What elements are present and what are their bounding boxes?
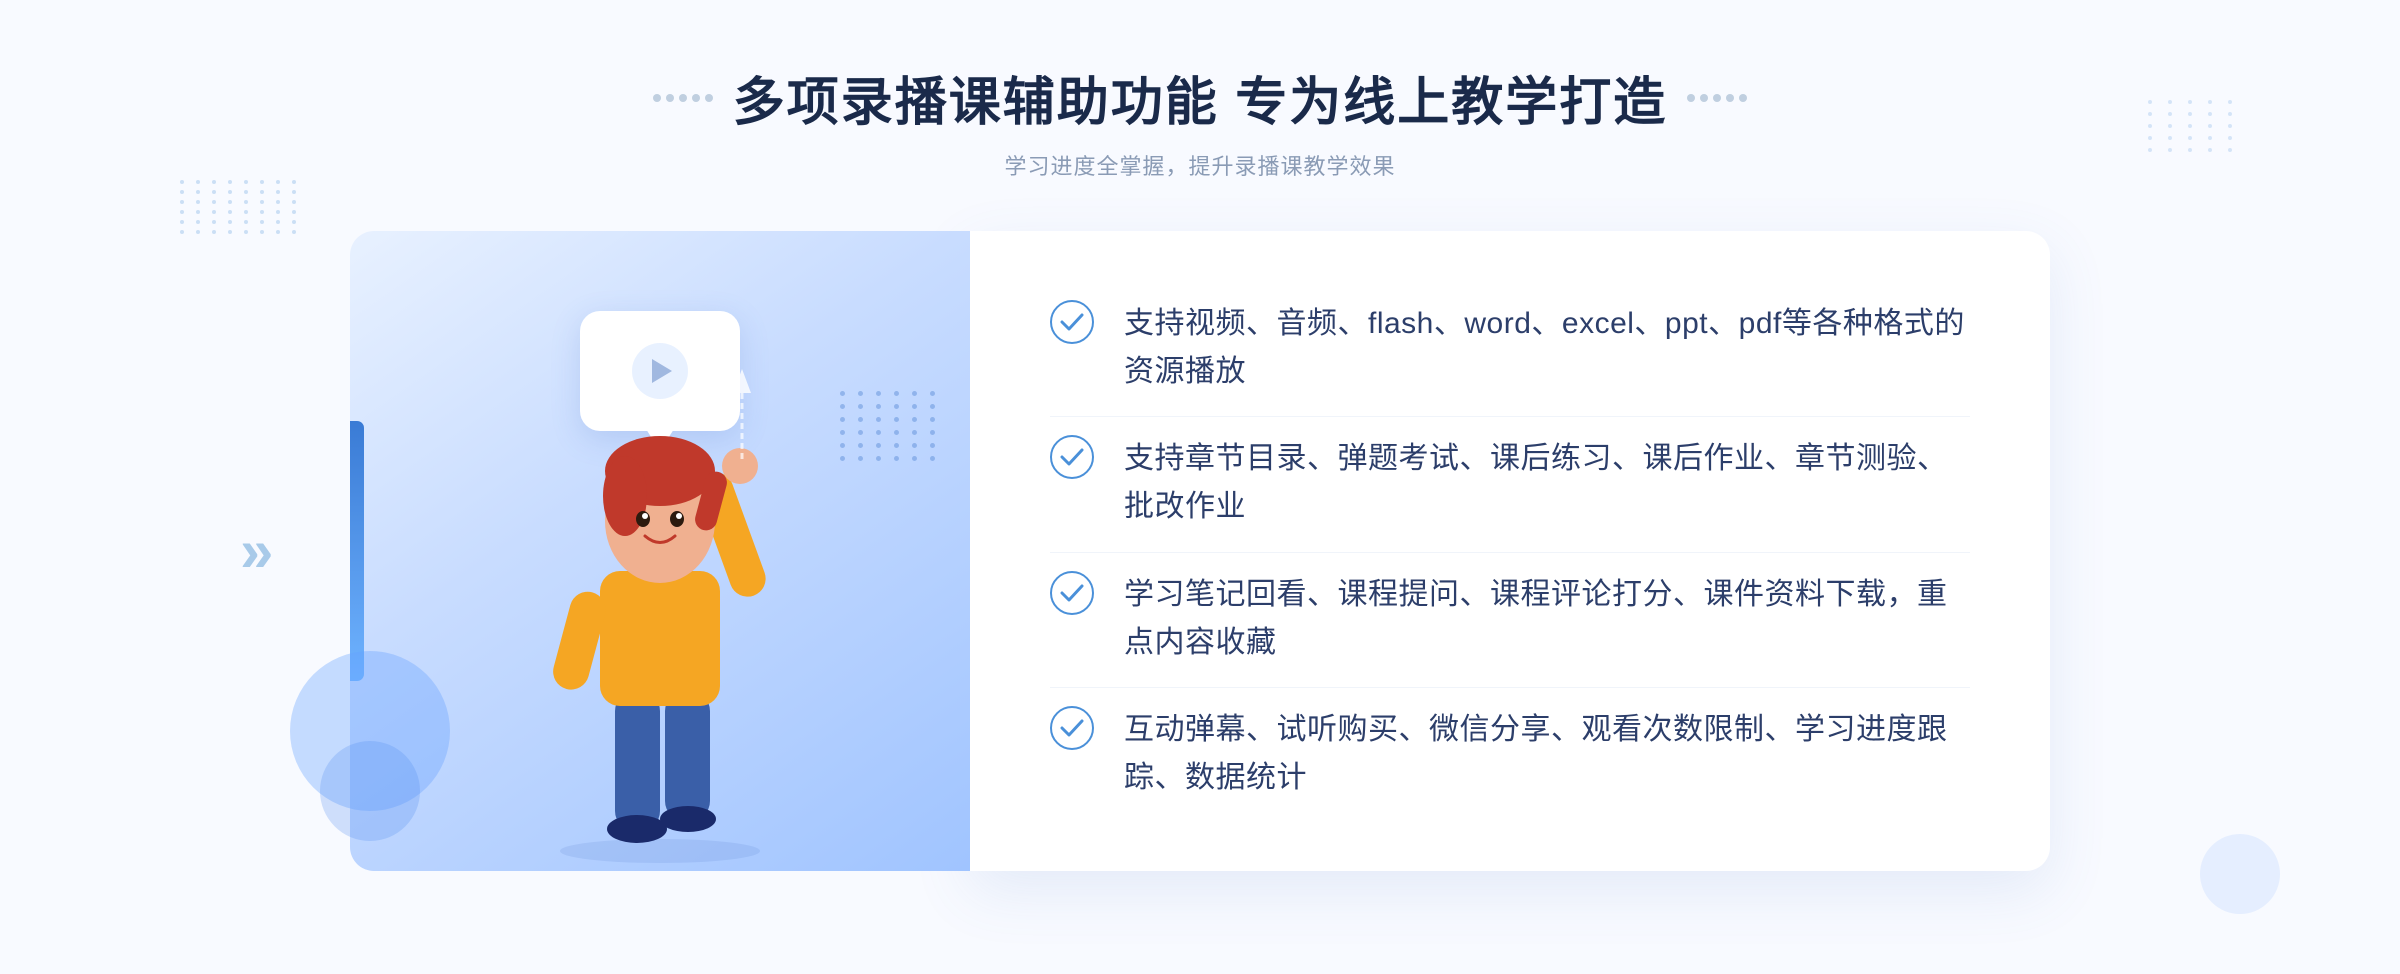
header-dots-left xyxy=(653,94,713,102)
check-icon-3 xyxy=(1050,571,1094,615)
person-illustration xyxy=(470,351,850,871)
check-icon-4 xyxy=(1050,706,1094,750)
left-chevron-icon: » xyxy=(240,521,263,581)
feature-text-3: 学习笔记回看、课程提问、课程评论打分、课件资料下载，重点内容收藏 xyxy=(1124,571,1970,667)
blue-accent-bar xyxy=(350,421,364,681)
feature-text-2: 支持章节目录、弹题考试、课后练习、课后作业、章节测验、批改作业 xyxy=(1124,435,1970,531)
feature-text-1: 支持视频、音频、flash、word、excel、ppt、pdf等各种格式的资源… xyxy=(1124,300,1970,396)
illustration-card: » xyxy=(350,231,970,871)
header-section: 多项录播课辅助功能 专为线上教学打造 学习进度全掌握，提升录播课教学效果 xyxy=(653,0,1747,181)
deco-circle-small xyxy=(320,741,420,841)
main-content: » 支持视频、音频、flash、word、excel、ppt、pdf等各种格式的… xyxy=(350,231,2050,871)
feature-item-1: 支持视频、音频、flash、word、excel、ppt、pdf等各种格式的资源… xyxy=(1050,282,1970,414)
decorative-dots-left xyxy=(180,180,300,380)
illus-dot-grid xyxy=(840,391,940,461)
features-card: 支持视频、音频、flash、word、excel、ppt、pdf等各种格式的资源… xyxy=(970,231,2050,871)
feature-item-3: 学习笔记回看、课程提问、课程评论打分、课件资料下载，重点内容收藏 xyxy=(1050,552,1970,685)
page-subtitle: 学习进度全掌握，提升录播课教学效果 xyxy=(653,149,1747,181)
decorative-dots-right xyxy=(2148,100,2240,152)
check-icon-2 xyxy=(1050,435,1094,479)
feature-item-2: 支持章节目录、弹题考试、课后练习、课后作业、章节测验、批改作业 xyxy=(1050,416,1970,549)
page-title: 多项录播课辅助功能 专为线上教学打造 xyxy=(733,60,1667,135)
feature-text-4: 互动弹幕、试听购买、微信分享、观看次数限制、学习进度跟踪、数据统计 xyxy=(1124,706,1970,802)
check-icon-1 xyxy=(1050,300,1094,344)
header-dots-right xyxy=(1687,94,1747,102)
header-title-wrapper: 多项录播课辅助功能 专为线上教学打造 xyxy=(653,60,1747,135)
feature-item-4: 互动弹幕、试听购买、微信分享、观看次数限制、学习进度跟踪、数据统计 xyxy=(1050,687,1970,820)
page-container: 多项录播课辅助功能 专为线上教学打造 学习进度全掌握，提升录播课教学效果 xyxy=(0,0,2400,974)
deco-circle-bottom-right xyxy=(2200,834,2280,914)
